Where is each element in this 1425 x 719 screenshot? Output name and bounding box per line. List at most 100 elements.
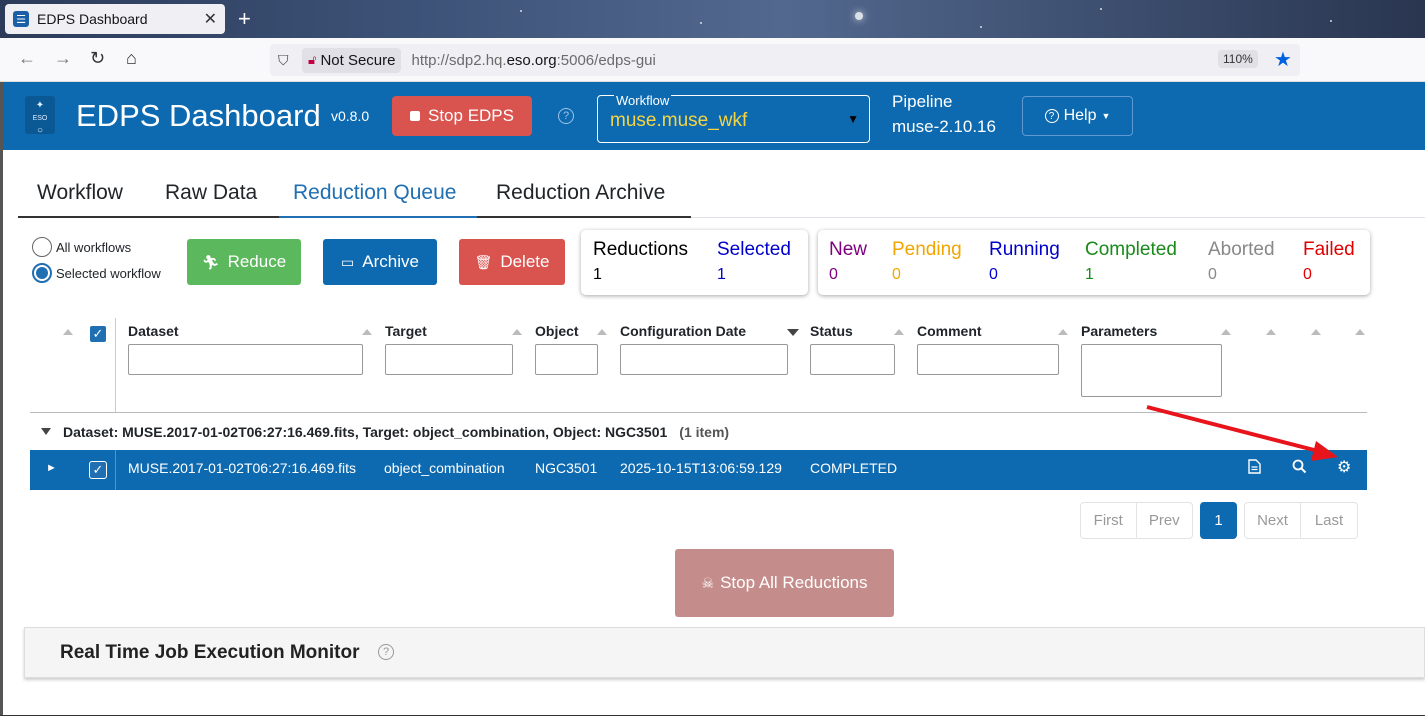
gear-icon[interactable]: ⚙ (1337, 457, 1351, 477)
new-tab-icon[interactable]: + (238, 6, 251, 32)
stop-icon (410, 111, 420, 121)
column-header-status[interactable]: Status (810, 323, 853, 339)
close-tab-icon[interactable]: ✕ (204, 9, 217, 29)
pager-first-prev: First Prev (1080, 502, 1193, 539)
sort-up-icon[interactable] (1311, 329, 1321, 335)
tab-reduction-queue[interactable]: Reduction Queue (293, 181, 456, 205)
back-icon[interactable]: ← (18, 48, 36, 69)
document-icon[interactable] (1248, 459, 1261, 478)
sort-up-icon[interactable] (63, 329, 73, 335)
table-row[interactable]: ► ✓ MUSE.2017-01-02T06:27:16.469.fits ob… (30, 450, 1367, 490)
reduce-button[interactable]: 🏃︎ Reduce (187, 239, 301, 285)
reductions-stat: Reductions 1 (593, 239, 689, 283)
group-label: Dataset: MUSE.2017-01-02T06:27:16.469.fi… (63, 423, 668, 440)
target-filter-input[interactable] (385, 344, 513, 375)
zoom-level-badge[interactable]: 110% (1218, 50, 1258, 68)
delete-button[interactable]: 🗑︎ Delete (459, 239, 565, 285)
dashboard-favicon-icon: ☰ (13, 11, 29, 27)
window-frame-left (0, 82, 3, 719)
url-bar[interactable]: ⛉ 🔓︎ Not Secure http://sdp2.hq.eso.org:5… (270, 44, 1300, 76)
config-date-filter-input[interactable] (620, 344, 788, 375)
sort-up-icon[interactable] (362, 329, 372, 335)
active-tab-indicator (279, 216, 477, 218)
help-button[interactable]: ? Help ▼ (1022, 96, 1133, 136)
column-header-dataset[interactable]: Dataset (128, 323, 179, 339)
row-config-date: 2025-10-15T13:06:59.129 (620, 460, 782, 476)
app-header: ✦ ESO ○ EDPS Dashboard v0.8.0 Stop EDPS ? … (3, 82, 1425, 150)
question-icon[interactable]: ? (378, 644, 394, 660)
failed-stat: Failed 0 (1303, 239, 1355, 283)
search-icon[interactable] (1292, 459, 1307, 478)
home-icon[interactable]: ⌂ (126, 48, 137, 69)
forward-icon[interactable]: → (54, 48, 72, 69)
caret-down-icon: ▼ (1101, 111, 1111, 121)
stop-edps-button[interactable]: Stop EDPS (392, 96, 532, 136)
select-all-checkbox[interactable]: ✓ (89, 325, 107, 343)
first-page-button[interactable]: First (1081, 503, 1137, 538)
new-stat: New 0 (829, 239, 868, 283)
group-row[interactable]: Dataset: MUSE.2017-01-02T06:27:16.469.fi… (30, 412, 1367, 450)
radio-selected-workflow[interactable]: Selected workflow (32, 263, 161, 283)
column-header-target[interactable]: Target (385, 323, 427, 339)
column-header-configuration-date[interactable]: Configuration Date (620, 323, 746, 339)
stop-all-reductions-button[interactable]: ☠ Stop All Reductions (675, 549, 894, 617)
tab-reduction-archive[interactable]: Reduction Archive (496, 181, 665, 205)
reload-icon[interactable]: ↻ (90, 48, 105, 69)
browser-tab[interactable]: ☰ EDPS Dashboard ✕ (5, 4, 225, 34)
row-object: NGC3501 (535, 460, 598, 476)
sort-up-icon[interactable] (894, 329, 904, 335)
parameters-filter-input[interactable] (1081, 344, 1222, 397)
column-header-parameters[interactable]: Parameters (1081, 323, 1157, 339)
row-checkbox[interactable]: ✓ (89, 461, 107, 479)
job-monitor-panel[interactable]: Real Time Job Execution Monitor ? (24, 627, 1425, 678)
bookmark-star-icon[interactable]: ★ (1274, 47, 1292, 72)
sort-up-icon[interactable] (1221, 329, 1231, 335)
archive-button[interactable]: ▭ Archive (323, 239, 437, 285)
tab-raw-data[interactable]: Raw Data (165, 181, 257, 205)
row-status: COMPLETED (810, 460, 898, 476)
sort-up-icon[interactable] (512, 329, 522, 335)
column-header-object[interactable]: Object (535, 323, 579, 339)
eso-logo: ✦ ESO ○ (25, 96, 55, 136)
workflow-value: muse.muse_wkf (610, 110, 748, 131)
page-1-button[interactable]: 1 (1200, 502, 1237, 539)
workflow-select[interactable]: Workflow muse.muse_wkf ▼ (597, 93, 870, 143)
dataset-filter-input[interactable] (128, 344, 363, 375)
last-page-button[interactable]: Last (1301, 503, 1357, 538)
trash-icon: 🗑︎ (474, 253, 493, 270)
security-indicator[interactable]: 🔓︎ Not Secure (302, 47, 402, 73)
prev-page-button[interactable]: Prev (1137, 503, 1193, 538)
sort-up-icon[interactable] (597, 329, 607, 335)
status-filter-input[interactable] (810, 344, 895, 375)
radio-all-workflows[interactable]: All workflows (32, 237, 131, 257)
column-divider (115, 318, 116, 412)
collapse-triangle-icon[interactable] (41, 428, 51, 435)
sort-up-icon[interactable] (1355, 329, 1365, 335)
shield-icon[interactable]: ⛉ (278, 52, 294, 68)
pipeline-label: Pipeline (892, 92, 953, 111)
sort-up-icon[interactable] (1266, 329, 1276, 335)
monitor-title: Real Time Job Execution Monitor (60, 642, 360, 663)
sort-up-icon[interactable] (1058, 329, 1068, 335)
comment-filter-input[interactable] (917, 344, 1059, 375)
dropdown-arrow-icon: ▼ (847, 112, 859, 126)
next-page-button[interactable]: Next (1245, 503, 1302, 538)
lock-icon: 🔓︎ (308, 52, 317, 67)
url-text[interactable]: http://sdp2.hq.eso.org:5006/edps-gui (411, 52, 655, 69)
browser-tab-title: EDPS Dashboard (37, 11, 148, 27)
tab-workflow[interactable]: Workflow (37, 181, 123, 205)
radio-all-dot[interactable] (32, 237, 52, 257)
radio-selected-dot[interactable] (32, 263, 52, 283)
column-header-comment[interactable]: Comment (917, 323, 982, 339)
security-label: Not Secure (320, 51, 396, 69)
window-frame-bottom (0, 715, 1425, 719)
expand-row-icon[interactable]: ► (46, 462, 57, 474)
skull-icon: ☠ (701, 574, 715, 591)
row-target: object_combination (384, 460, 505, 476)
question-icon[interactable]: ? (558, 108, 574, 124)
sort-down-icon[interactable] (787, 329, 799, 336)
object-filter-input[interactable] (535, 344, 598, 375)
app-title: EDPS Dashboard (76, 98, 321, 133)
reductions-summary-box: Reductions 1 Selected 1 (581, 230, 808, 295)
archive-box-icon: ▭ (341, 253, 355, 270)
